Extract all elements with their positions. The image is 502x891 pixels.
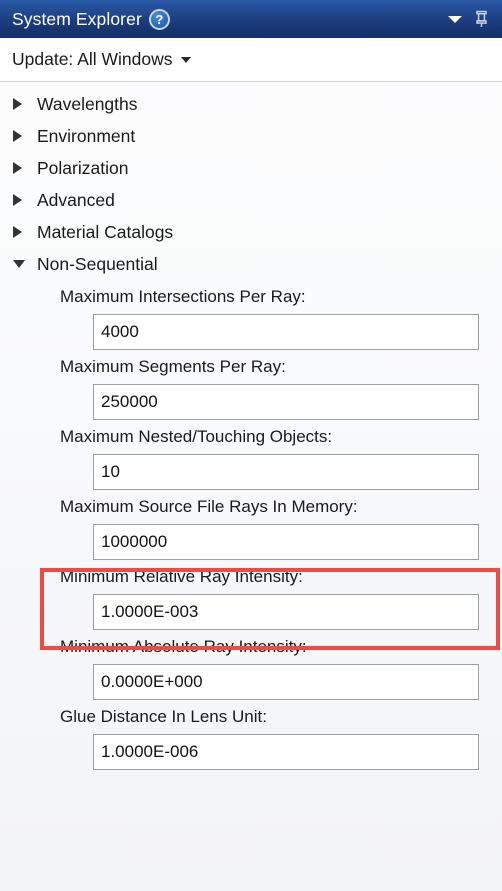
tree-item-label: Advanced [37,189,115,210]
update-scope-dropdown[interactable]: Update: All Windows [12,49,191,70]
field-label: Maximum Intersections Per Ray: [60,287,306,306]
minimum-absolute-ray-intensity-input[interactable] [93,664,479,700]
update-scope-label: Update: All Windows [12,49,173,69]
triangle-right-icon[interactable] [13,162,27,174]
maximum-source-file-rays-in-memory-input[interactable] [93,524,479,560]
maximum-nested-touching-objects-input[interactable] [93,454,479,490]
field-maximum-intersections-per-ray: Maximum Intersections Per Ray: [0,288,502,350]
triangle-right-icon[interactable] [13,130,27,142]
tree-item-label: Polarization [37,157,129,178]
field-maximum-segments-per-ray: Maximum Segments Per Ray: [0,358,502,420]
tree-item-label: Material Catalogs [37,221,174,242]
triangle-down-icon[interactable] [13,260,27,268]
toolbar: Update: All Windows [0,38,502,82]
tree-item-wavelengths[interactable]: Wavelengths [0,88,502,120]
pin-icon [475,10,487,27]
tree-item-polarization[interactable]: Polarization [0,152,502,184]
non-sequential-settings-form: Maximum Intersections Per Ray: Maximum S… [0,280,502,770]
chevron-down-icon [448,15,462,23]
field-label: Maximum Source File Rays In Memory: [60,497,358,516]
caret-down-icon [180,56,191,63]
system-explorer-panel: System Explorer ? Update: All Windows Wa… [0,0,502,891]
field-minimum-absolute-ray-intensity: Minimum Absolute Ray Intensity: [0,638,502,700]
triangle-right-icon[interactable] [13,226,27,238]
field-maximum-nested-touching-objects: Maximum Nested/Touching Objects: [0,428,502,490]
tree-item-label: Environment [37,125,136,146]
tree-item-advanced[interactable]: Advanced [0,184,502,216]
minimum-relative-ray-intensity-input[interactable] [93,594,479,630]
tree-item-label: Non-Sequential [37,253,158,274]
tree-item-label: Wavelengths [37,93,138,114]
titlebar-dropdown-button[interactable] [442,5,468,33]
maximum-segments-per-ray-input[interactable] [93,384,479,420]
maximum-intersections-per-ray-input[interactable] [93,314,479,350]
settings-tree: Wavelengths Environment Polarization Adv… [0,82,502,280]
field-label: Minimum Absolute Ray Intensity: [60,637,307,656]
field-maximum-source-file-rays-in-memory: Maximum Source File Rays In Memory: [0,498,502,560]
triangle-right-icon[interactable] [13,98,27,110]
help-icon[interactable]: ? [148,8,170,30]
titlebar-pin-button[interactable] [468,5,494,33]
field-label: Maximum Nested/Touching Objects: [60,427,333,446]
field-label: Maximum Segments Per Ray: [60,357,286,376]
titlebar: System Explorer ? [0,0,502,38]
tree-item-material-catalogs[interactable]: Material Catalogs [0,216,502,248]
page-title: System Explorer [12,8,142,29]
tree-item-non-sequential[interactable]: Non-Sequential [0,248,502,280]
field-minimum-relative-ray-intensity: Minimum Relative Ray Intensity: [0,567,502,650]
glue-distance-in-lens-unit-input[interactable] [93,734,479,770]
field-label: Glue Distance In Lens Unit: [60,707,267,726]
field-glue-distance-in-lens-unit: Glue Distance In Lens Unit: [0,708,502,770]
triangle-right-icon[interactable] [13,194,27,206]
field-label: Minimum Relative Ray Intensity: [60,567,303,586]
tree-item-environment[interactable]: Environment [0,120,502,152]
